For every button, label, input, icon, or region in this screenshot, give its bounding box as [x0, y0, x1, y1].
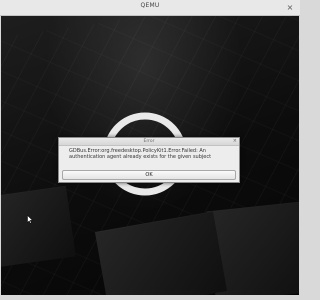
desktop-block [94, 211, 228, 295]
ok-button[interactable]: OK [62, 170, 236, 180]
window-title: QEMU [140, 2, 160, 9]
error-dialog: Error × GDBus.Error:org.freedesktop.Poli… [58, 137, 240, 183]
qemu-titlebar: QEMU × [0, 0, 300, 16]
window-close-icon[interactable]: × [285, 3, 295, 13]
dialog-title: Error [143, 139, 155, 144]
desktop-block [1, 185, 76, 268]
dialog-message: GDBus.Error:org.freedesktop.PolicyKit1.E… [69, 148, 212, 160]
window-bottom-border [0, 295, 300, 300]
dialog-close-icon[interactable]: × [233, 138, 237, 145]
mouse-pointer-icon [27, 215, 33, 224]
dialog-titlebar: Error × [59, 138, 239, 146]
